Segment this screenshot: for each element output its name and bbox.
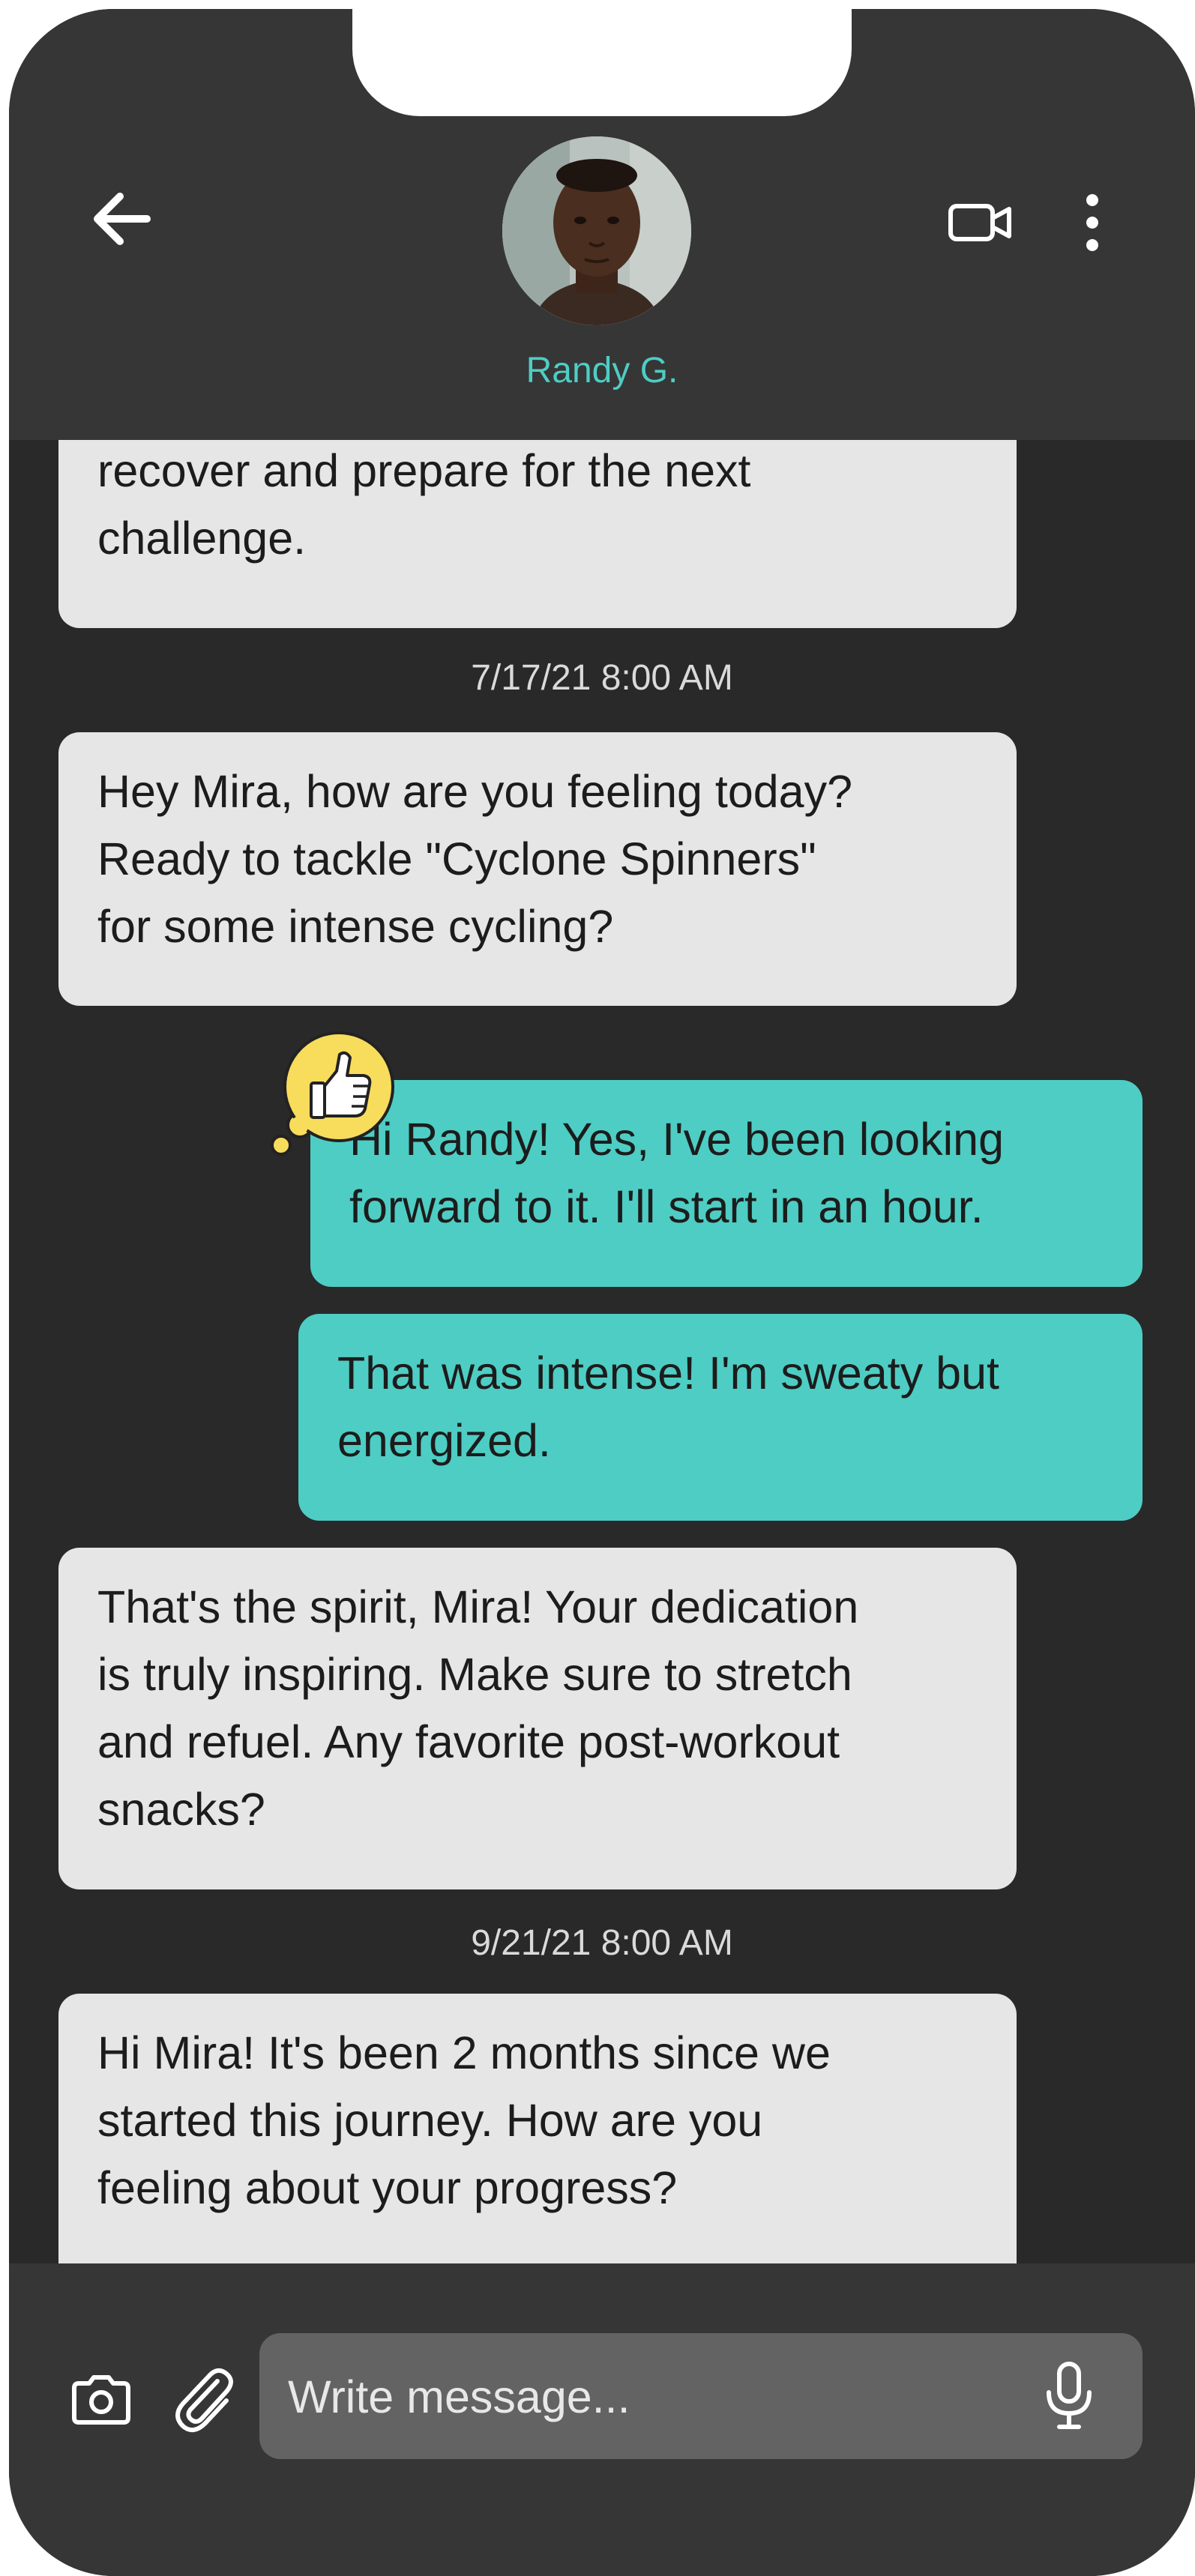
microphone-button[interactable] [1032, 2359, 1107, 2434]
contact-name[interactable]: Randy G. [415, 350, 789, 391]
video-call-button[interactable] [942, 193, 1017, 253]
message-input-field[interactable] [259, 2333, 1143, 2461]
device-notch [352, 9, 852, 116]
message-input[interactable] [286, 2333, 1009, 2461]
camera-button[interactable] [60, 2362, 142, 2437]
more-vertical-icon [1086, 194, 1098, 251]
phone-frame: recover and prepare for the next challen… [9, 9, 1195, 2576]
message-incoming: Hey Mira, how are you feeling today? Rea… [58, 732, 1017, 1006]
video-camera-icon [948, 204, 1011, 241]
arrow-left-icon [94, 193, 151, 245]
message-outgoing: Hi Randy! Yes, I've been looking forward… [310, 1080, 1143, 1287]
more-options-button[interactable] [1074, 185, 1111, 260]
message-incoming: That's the spirit, Mira! Your dedication… [58, 1548, 1017, 1889]
message-outgoing: That was intense! I'm sweaty but energiz… [298, 1314, 1143, 1521]
thumbs-up-icon[interactable] [268, 1029, 403, 1164]
message-timestamp: 7/17/21 8:00 AM [471, 658, 733, 698]
camera-icon [72, 2375, 130, 2425]
message-timestamp: 9/21/21 8:00 AM [471, 1923, 733, 1963]
composer-bar [9, 2263, 1195, 2576]
microphone-icon [1047, 2362, 1092, 2429]
back-button[interactable] [84, 181, 159, 256]
paperclip-icon [175, 2368, 233, 2433]
message-incoming: recover and prepare for the next challen… [58, 440, 1017, 628]
message-incoming: Hi Mira! It's been 2 months since we sta… [58, 1994, 1017, 2263]
chat-header: Randy G. [9, 9, 1195, 440]
attach-button[interactable] [162, 2359, 244, 2441]
avatar[interactable] [502, 136, 691, 325]
message-list[interactable]: recover and prepare for the next challen… [9, 440, 1195, 2263]
